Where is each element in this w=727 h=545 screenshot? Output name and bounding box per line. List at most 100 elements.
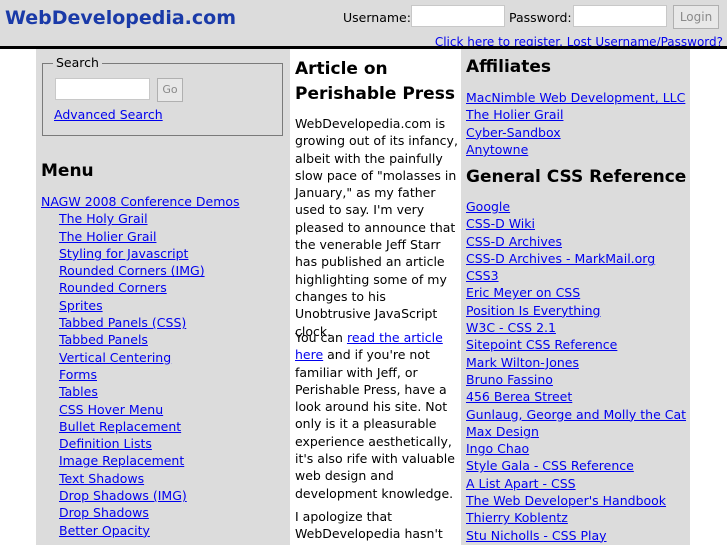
- css-reference-link[interactable]: Style Gala - CSS Reference: [466, 458, 634, 473]
- password-field[interactable]: [573, 5, 667, 27]
- css-reference-heading: General CSS Reference: [466, 167, 687, 187]
- affiliate-item: Anytowne: [466, 141, 685, 158]
- menu-item: Vertical Centering: [41, 349, 240, 366]
- menu-link[interactable]: Vertical Centering: [59, 350, 171, 365]
- article-title: Article on Perishable Press: [295, 59, 455, 104]
- menu-link[interactable]: Text Shadows: [59, 471, 144, 486]
- affiliate-item: The Holier Grail: [466, 106, 685, 123]
- affiliate-link[interactable]: The Holier Grail: [466, 107, 563, 122]
- css-reference-link[interactable]: The Web Developer's Handbook: [466, 493, 666, 508]
- menu-link[interactable]: The Holier Grail: [59, 229, 156, 244]
- article-paragraph-2: You can read the article here and if you…: [295, 329, 459, 502]
- menu-link[interactable]: Tabbed Panels: [59, 332, 148, 347]
- menu-link[interactable]: Rounded Corners: [59, 280, 167, 295]
- menu-item: Forms: [41, 366, 240, 383]
- menu-link[interactable]: Tabbed Panels (CSS): [59, 315, 186, 330]
- menu-link[interactable]: Better Opacity: [59, 523, 150, 538]
- css-reference-link[interactable]: Mark Wilton-Jones: [466, 355, 579, 370]
- menu-link[interactable]: Forms: [59, 367, 97, 382]
- css-reference-link[interactable]: Gunlaug, George and Molly the Cat: [466, 407, 686, 422]
- css-reference-link[interactable]: Stu Nicholls - CSS Play: [466, 528, 607, 543]
- css-reference-item: W3C - CSS 2.1: [466, 319, 686, 336]
- css-reference-link[interactable]: Bruno Fassino: [466, 372, 553, 387]
- menu-item: Rounded Corners (IMG): [41, 262, 240, 279]
- css-reference-item: Thierry Koblentz: [466, 509, 686, 526]
- css-reference-item: CSS-D Archives - MarkMail.org: [466, 250, 686, 267]
- css-reference-link[interactable]: Sitepoint CSS Reference: [466, 337, 617, 352]
- css-reference-item: The Web Developer's Handbook: [466, 492, 686, 509]
- menu-heading: Menu: [41, 161, 94, 181]
- menu-link[interactable]: Image Replacement: [59, 453, 184, 468]
- menu-link[interactable]: NAGW 2008 Conference Demos: [41, 194, 240, 209]
- menu-item: CSS Hover Menu: [41, 401, 240, 418]
- advanced-search-link[interactable]: Advanced Search: [54, 107, 163, 122]
- css-reference-item: Max Design: [466, 423, 686, 440]
- affiliates-list: MacNimble Web Development, LLC The Holier…: [466, 89, 685, 158]
- search-panel: Search Go Advanced Search: [42, 55, 283, 136]
- left-sidebar: Search Go Advanced Search Menu NAGW 2008…: [36, 49, 290, 545]
- css-reference-link[interactable]: Position Is Everything: [466, 303, 601, 318]
- css-reference-item: Ingo Chao: [466, 440, 686, 457]
- menu-link[interactable]: Rounded Corners (IMG): [59, 263, 205, 278]
- css-reference-link[interactable]: Max Design: [466, 424, 539, 439]
- css-reference-item: Bruno Fassino: [466, 371, 686, 388]
- menu-item: Drop Shadows: [41, 504, 240, 521]
- css-reference-item: Eric Meyer on CSS: [466, 284, 686, 301]
- css-reference-item: Google: [466, 198, 686, 215]
- css-reference-link[interactable]: Eric Meyer on CSS: [466, 285, 580, 300]
- css-reference-item: CSS-D Archives: [466, 233, 686, 250]
- menu-list: NAGW 2008 Conference Demos The Holy Grail…: [41, 193, 240, 539]
- affiliate-link[interactable]: Cyber-Sandbox: [466, 125, 561, 140]
- menu-item: Sprites: [41, 297, 240, 314]
- affiliate-link[interactable]: MacNimble Web Development, LLC: [466, 90, 685, 105]
- menu-link[interactable]: Definition Lists: [59, 436, 152, 451]
- menu-link[interactable]: Styling for Javascript: [59, 246, 188, 261]
- article-paragraph-3: I apologize that WebDevelopedia hasn't: [295, 509, 443, 542]
- affiliate-item: Cyber-Sandbox: [466, 124, 685, 141]
- menu-link[interactable]: Drop Shadows (IMG): [59, 488, 187, 503]
- search-input[interactable]: [55, 78, 150, 100]
- username-field[interactable]: [411, 5, 505, 27]
- css-reference-item: Gunlaug, George and Molly the Cat: [466, 406, 686, 423]
- menu-link[interactable]: Bullet Replacement: [59, 419, 181, 434]
- menu-item: Tabbed Panels: [41, 331, 240, 348]
- css-reference-item: Sitepoint CSS Reference: [466, 336, 686, 353]
- css-reference-link[interactable]: Thierry Koblentz: [466, 510, 568, 525]
- menu-item: Tabbed Panels (CSS): [41, 314, 240, 331]
- menu-link[interactable]: Tables: [59, 384, 98, 399]
- css-reference-link[interactable]: CSS-D Archives: [466, 234, 562, 249]
- css-reference-link[interactable]: A List Apart - CSS: [466, 476, 576, 491]
- menu-link[interactable]: The Holy Grail: [59, 211, 148, 226]
- menu-link[interactable]: Drop Shadows: [59, 505, 149, 520]
- css-reference-item: Position Is Everything: [466, 302, 686, 319]
- css-reference-link[interactable]: CSS-D Wiki: [466, 216, 535, 231]
- header-bar: WebDevelopedia.com Username: Password: L…: [0, 0, 727, 49]
- menu-item: The Holier Grail: [41, 228, 240, 245]
- css-reference-list: Google CSS-D Wiki CSS-D Archives CSS-D Arch…: [466, 198, 686, 544]
- affiliate-item: MacNimble Web Development, LLC: [466, 89, 685, 106]
- username-label: Username:: [343, 10, 411, 25]
- css-reference-item: Style Gala - CSS Reference: [466, 457, 686, 474]
- article-paragraph-2-intro: You can: [295, 330, 347, 345]
- site-title-link[interactable]: WebDevelopedia.com: [5, 7, 236, 29]
- css-reference-item: CSS-D Wiki: [466, 215, 686, 232]
- article-paragraph-1: WebDevelopedia.com is growing out of its…: [295, 116, 458, 339]
- menu-item: Rounded Corners: [41, 279, 240, 296]
- css-reference-item: CSS3: [466, 267, 686, 284]
- menu-link[interactable]: CSS Hover Menu: [59, 402, 163, 417]
- css-reference-link[interactable]: W3C - CSS 2.1: [466, 320, 556, 335]
- css-reference-link[interactable]: Google: [466, 199, 510, 214]
- css-reference-link[interactable]: CSS3: [466, 268, 499, 283]
- login-button[interactable]: Login: [673, 5, 719, 29]
- css-reference-link[interactable]: 456 Berea Street: [466, 389, 572, 404]
- menu-link[interactable]: Sprites: [59, 298, 103, 313]
- main-content: Article on Perishable Press WebDeveloped…: [290, 49, 461, 545]
- affiliate-link[interactable]: Anytowne: [466, 142, 528, 157]
- search-go-button[interactable]: Go: [157, 78, 183, 102]
- menu-item: Bullet Replacement: [41, 418, 240, 435]
- css-reference-link[interactable]: Ingo Chao: [466, 441, 529, 456]
- menu-item: The Holy Grail: [41, 210, 240, 227]
- css-reference-link[interactable]: CSS-D Archives - MarkMail.org: [466, 251, 655, 266]
- menu-item: Text Shadows: [41, 470, 240, 487]
- css-reference-item: 456 Berea Street: [466, 388, 686, 405]
